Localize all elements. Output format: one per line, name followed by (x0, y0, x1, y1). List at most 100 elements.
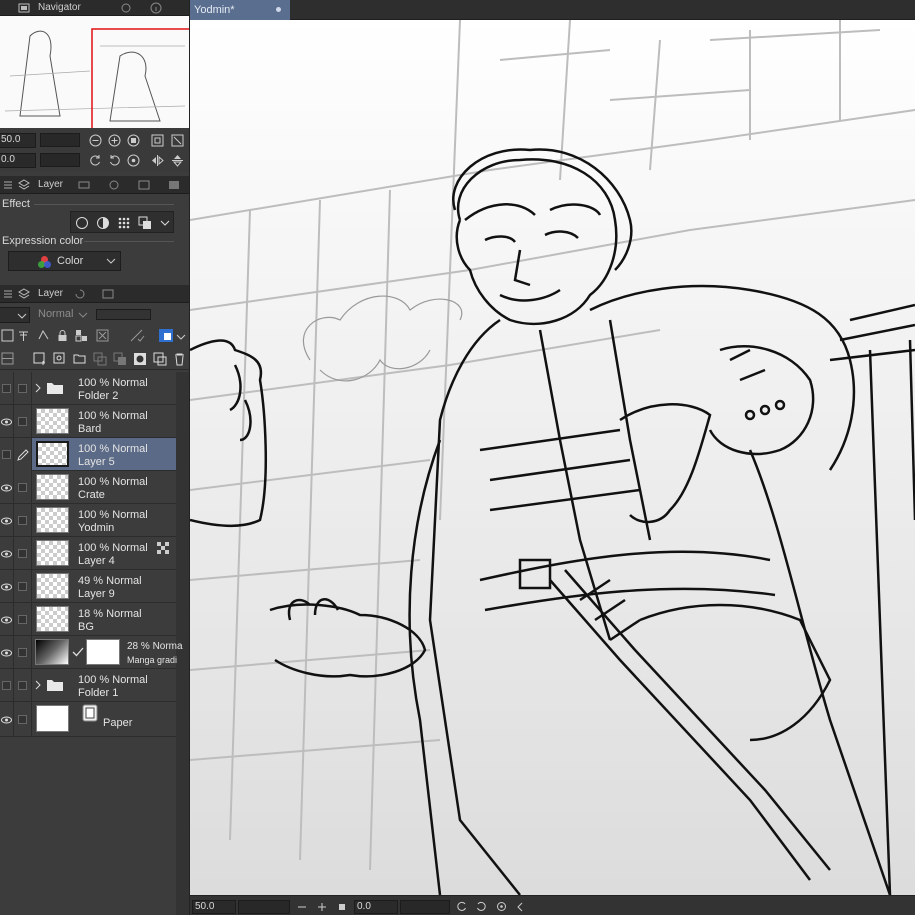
tab-icon-b[interactable] (78, 179, 90, 191)
visibility-toggle[interactable] (0, 702, 14, 737)
layer-property-tab[interactable]: Layer (34, 177, 63, 193)
chevron-right-icon[interactable] (34, 680, 42, 693)
expression-color-select[interactable]: Color (8, 251, 121, 271)
reset-rotation-icon[interactable] (126, 153, 141, 168)
delete-layer-icon[interactable] (172, 351, 187, 366)
navigator-rotate-field[interactable]: 0.0 (0, 153, 36, 168)
canvas-rotation-field[interactable]: 0.0 (354, 900, 398, 914)
reference-layer-icon[interactable] (16, 328, 31, 343)
navigator-preview[interactable] (0, 16, 189, 130)
blend-mode-select[interactable]: Normal (38, 308, 73, 320)
history-icon[interactable] (74, 288, 86, 300)
tone-effect-icon[interactable] (95, 215, 110, 230)
auto-action-icon[interactable] (102, 288, 114, 300)
transfer-down-icon[interactable] (92, 351, 107, 366)
ruler-enable-icon[interactable] (130, 328, 145, 343)
lock-toggle[interactable] (14, 471, 32, 504)
visibility-toggle[interactable] (0, 537, 14, 570)
layer-row-yodmin[interactable]: 100 % Normal Yodmin (0, 504, 176, 537)
lock-toggle[interactable] (14, 702, 32, 737)
layer-row-paper[interactable]: Paper (0, 702, 176, 737)
info-icon[interactable] (150, 2, 162, 14)
visibility-toggle[interactable] (0, 372, 14, 405)
fit-icon[interactable] (334, 899, 349, 914)
new-folder-icon[interactable] (72, 351, 87, 366)
layer-panel-tab[interactable]: Layer (34, 286, 63, 302)
tab-icon-2[interactable] (120, 2, 132, 14)
layer-row-layer-5[interactable]: 100 % Normal Layer 5 (0, 438, 176, 471)
lock-transparency-icon[interactable] (74, 328, 89, 343)
layer-row-layer-4[interactable]: 100 % Normal Layer 4 (0, 537, 176, 570)
flip-vertical-icon[interactable] (170, 153, 185, 168)
canvas-rotation-slider[interactable] (400, 900, 450, 914)
drawing-canvas[interactable] (190, 20, 915, 895)
visibility-toggle[interactable] (0, 669, 14, 702)
layer-type-select[interactable] (0, 307, 30, 323)
lock-icon[interactable] (55, 328, 70, 343)
layer-row-folder-2[interactable]: 100 % Normal Folder 2 (0, 372, 176, 405)
visibility-toggle[interactable] (0, 570, 14, 603)
layer-color-icon[interactable] (137, 215, 152, 230)
zoom-out-icon[interactable] (88, 133, 103, 148)
chevron-down-icon[interactable] (176, 332, 186, 345)
document-tab[interactable]: Yodmin* (190, 0, 290, 20)
canvas-zoom-slider[interactable] (238, 900, 290, 914)
chevron-down-icon[interactable] (157, 215, 172, 230)
layer-row-folder-1[interactable]: 100 % Normal Folder 1 (0, 669, 176, 702)
lock-toggle[interactable] (14, 504, 32, 537)
zoom-in-icon[interactable] (107, 133, 122, 148)
lock-toggle[interactable] (14, 669, 32, 702)
menu-icon[interactable] (2, 288, 14, 300)
layer-row-bg[interactable]: 18 % Normal BG (0, 603, 176, 636)
mask-icon[interactable] (132, 351, 147, 366)
navigator-tab[interactable]: Navigator (34, 0, 81, 16)
lock-toggle[interactable] (14, 603, 32, 636)
rotate-left-icon[interactable] (88, 153, 103, 168)
opacity-slider[interactable] (96, 309, 151, 320)
navigator-zoom-field[interactable]: 50.0 (0, 133, 36, 148)
panel-split-icon[interactable] (0, 351, 15, 366)
merge-down-icon[interactable] (112, 351, 127, 366)
reset-rotation-icon[interactable] (494, 899, 509, 914)
navigator-rotate-slider[interactable] (40, 153, 80, 167)
layer-grid-icon[interactable] (0, 328, 15, 343)
lock-toggle[interactable] (14, 372, 32, 405)
visibility-toggle[interactable] (0, 603, 14, 636)
fit-window-icon[interactable] (170, 133, 185, 148)
lock-toggle[interactable] (14, 405, 32, 438)
layer-color-icon[interactable] (158, 328, 173, 343)
zoom-in-icon[interactable] (314, 899, 329, 914)
fit-screen-icon[interactable] (150, 133, 165, 148)
visibility-toggle[interactable] (0, 471, 14, 504)
layer-row-crate[interactable]: 100 % Normal Crate (0, 471, 176, 504)
layer-row-manga-gradient[interactable]: 28 % Norma Manga gradi (0, 636, 183, 669)
clip-layer-icon[interactable] (36, 328, 51, 343)
tab-icon-e[interactable] (168, 179, 180, 191)
lock-toggle[interactable] (14, 537, 32, 570)
halftone-icon[interactable] (116, 215, 131, 230)
layer-row-bard[interactable]: 100 % Normal Bard (0, 405, 176, 438)
apply-mask-icon[interactable] (152, 351, 167, 366)
canvas-zoom-field[interactable]: 50.0 (192, 900, 236, 914)
rotate-right-icon[interactable] (474, 899, 489, 914)
visibility-toggle[interactable] (0, 405, 14, 438)
visibility-toggle[interactable] (0, 438, 14, 471)
tab-icon-d[interactable] (138, 179, 150, 191)
mask-enable-icon[interactable] (96, 328, 111, 343)
close-tab-dot-icon[interactable] (276, 7, 281, 12)
visibility-toggle[interactable] (0, 636, 14, 669)
border-effect-icon[interactable] (74, 215, 89, 230)
chevron-right-icon[interactable] (34, 383, 42, 396)
zoom-out-icon[interactable] (294, 899, 309, 914)
rotate-right-icon[interactable] (107, 153, 122, 168)
actual-size-icon[interactable] (126, 133, 141, 148)
lock-toggle[interactable] (14, 636, 32, 669)
flip-horizontal-icon[interactable] (150, 153, 165, 168)
navigator-zoom-slider[interactable] (40, 133, 80, 147)
layer-row-layer-9[interactable]: 49 % Normal Layer 9 (0, 570, 176, 603)
chevron-left-icon[interactable] (512, 899, 527, 914)
tab-icon-c[interactable] (108, 179, 120, 191)
menu-icon[interactable] (2, 179, 14, 191)
rotate-left-icon[interactable] (454, 899, 469, 914)
new-raster-layer-icon[interactable] (32, 351, 47, 366)
